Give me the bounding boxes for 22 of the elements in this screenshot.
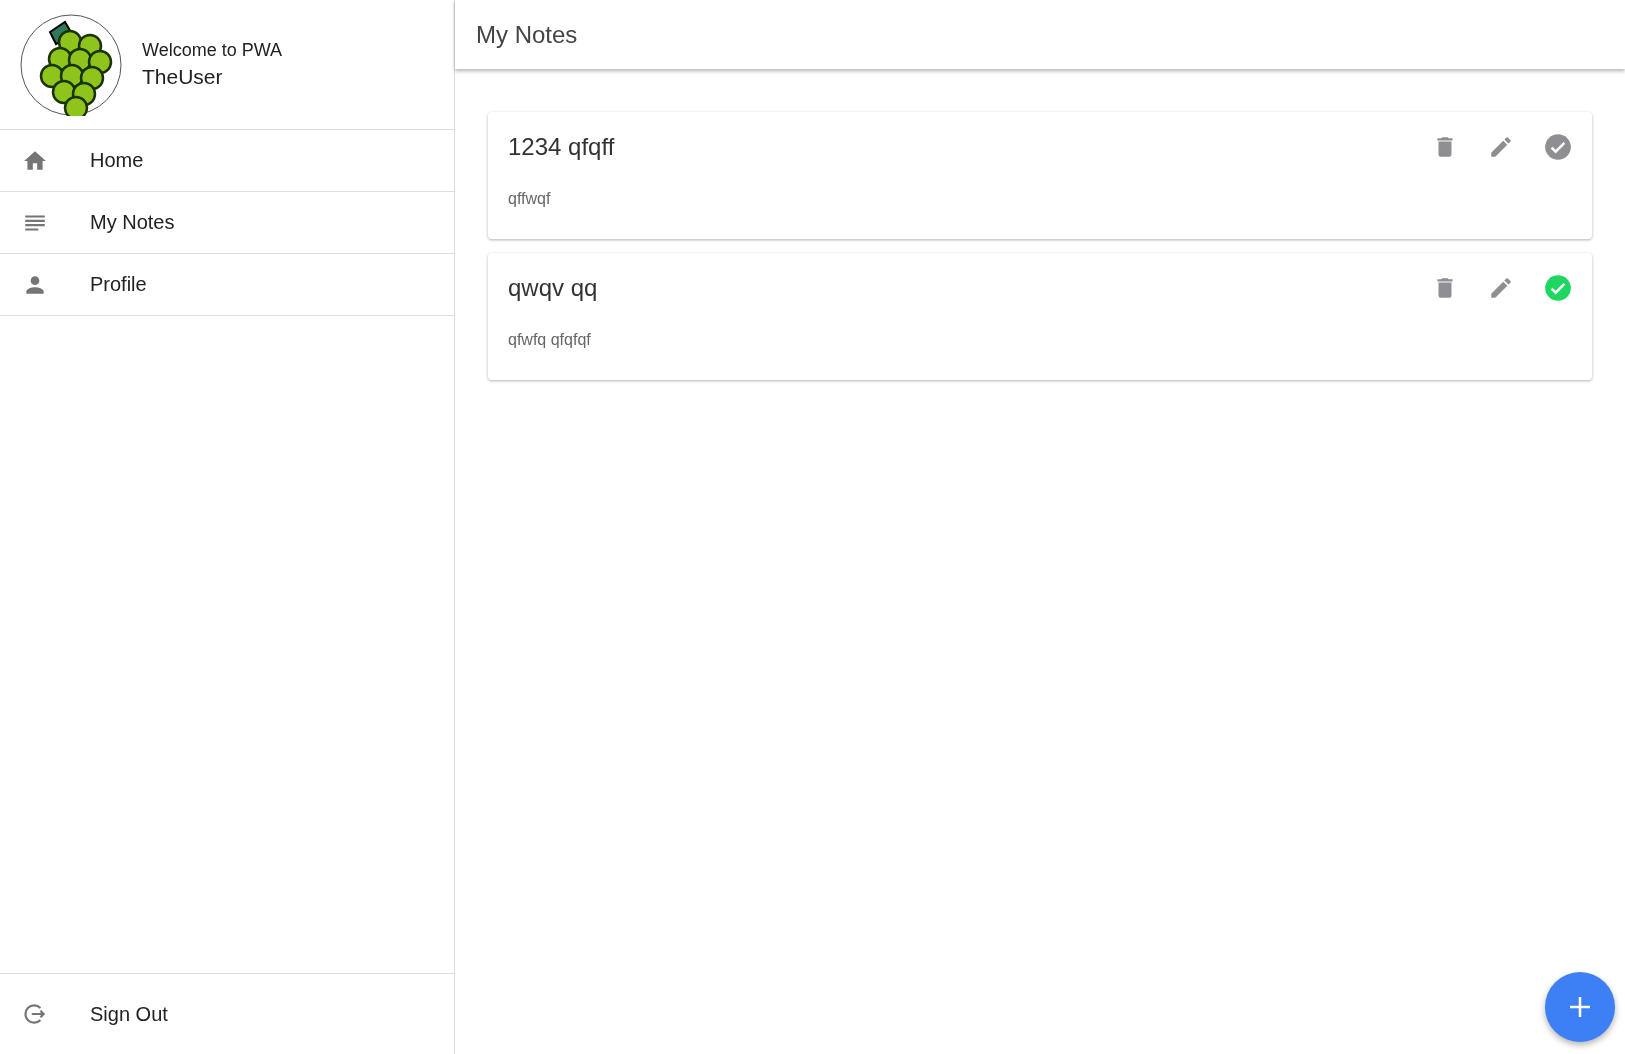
welcome-text: Welcome to PWA (142, 40, 283, 61)
check-circle-icon (1544, 133, 1572, 161)
note-title: 1234 qfqff (508, 133, 616, 161)
done-toggle[interactable] (1544, 133, 1572, 161)
nav-item[interactable]: My Notes (0, 192, 454, 254)
edit-button[interactable] (1488, 275, 1514, 301)
nav-item[interactable]: Profile (0, 254, 454, 316)
sign-out-icon (22, 1001, 48, 1027)
plus-icon (1568, 995, 1592, 1019)
note-title: qwqv qq (508, 274, 599, 302)
sign-out-link[interactable]: Sign Out (0, 973, 454, 1054)
page-title: My Notes (476, 20, 578, 49)
add-button[interactable] (1545, 972, 1615, 1042)
check-circle-icon (1544, 274, 1572, 302)
done-toggle[interactable] (1544, 274, 1572, 302)
user-name: TheUser (142, 65, 224, 89)
pencil-icon (1488, 134, 1514, 160)
nav-item[interactable]: Home (0, 130, 454, 192)
note-body: qfwfq qfqfqf (508, 331, 592, 349)
note-body: qffwqf (508, 190, 552, 208)
pencil-icon (1488, 275, 1514, 301)
edit-button[interactable] (1488, 134, 1514, 160)
